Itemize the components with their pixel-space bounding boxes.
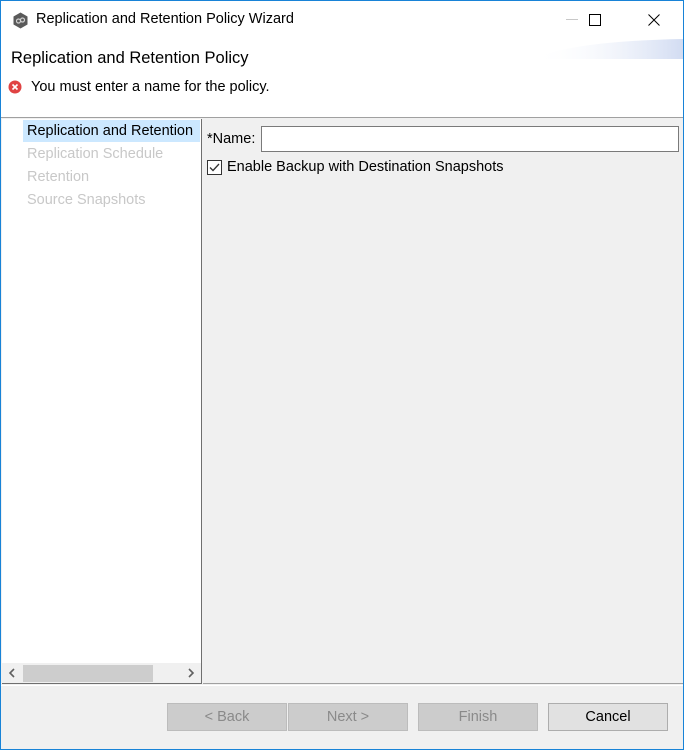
scrollbar-thumb[interactable]	[23, 665, 153, 682]
chevron-right-icon	[188, 668, 195, 678]
wizard-header: Replication and Retention Policy You mus…	[1, 39, 683, 118]
cancel-button[interactable]: Cancel	[548, 703, 668, 731]
enable-backup-checkbox[interactable]	[207, 159, 222, 175]
error-message-row: You must enter a name for the policy.	[8, 79, 270, 95]
maximize-icon	[589, 14, 601, 26]
scroll-right-button[interactable]	[181, 663, 201, 683]
close-button[interactable]	[631, 1, 677, 39]
error-message: You must enter a name for the policy.	[31, 79, 270, 95]
back-button[interactable]: < Back	[167, 703, 287, 731]
app-logo-icon	[13, 12, 28, 29]
page-title: Replication and Retention Policy	[11, 49, 249, 67]
banner-decoration	[533, 39, 683, 59]
name-label: *Name:	[207, 131, 256, 147]
wizard-window: Replication and Retention Policy Wizard …	[0, 0, 684, 750]
step-replication-and-retention[interactable]: Replication and Retention	[23, 120, 200, 142]
next-button[interactable]: Next >	[288, 703, 408, 731]
enable-backup-label: Enable Backup with Destination Snapshots	[227, 159, 504, 175]
step-source-snapshots[interactable]: Source Snapshots	[23, 189, 200, 211]
finish-button[interactable]: Finish	[418, 703, 538, 731]
window-title: Replication and Retention Policy Wizard	[36, 11, 294, 27]
maximize-button[interactable]	[572, 1, 618, 39]
checkmark-icon	[209, 163, 220, 171]
policy-name-input[interactable]	[261, 126, 679, 152]
chevron-left-icon	[8, 668, 15, 678]
scroll-left-button[interactable]	[2, 663, 22, 683]
horizontal-scrollbar[interactable]	[2, 663, 201, 683]
title-bar: Replication and Retention Policy Wizard	[1, 1, 683, 39]
enable-backup-option[interactable]: Enable Backup with Destination Snapshots	[207, 159, 503, 175]
error-icon	[8, 80, 22, 94]
wizard-page-content: *Name: Enable Backup with Destination Sn…	[203, 119, 683, 684]
footer-divider	[1, 685, 683, 686]
step-retention[interactable]: Retention	[23, 166, 200, 188]
wizard-steps-list: Replication and Retention Replication Sc…	[2, 119, 202, 684]
step-replication-schedule[interactable]: Replication Schedule	[23, 143, 200, 165]
close-icon	[648, 14, 660, 26]
